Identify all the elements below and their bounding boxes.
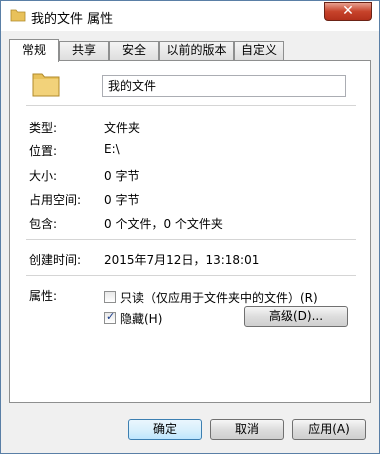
close-button[interactable]: ✕ [324, 2, 372, 21]
location-value: E:\ [104, 142, 120, 156]
disk-size-value: 0 字节 [104, 193, 140, 207]
hidden-label[interactable]: 隐藏(H) [120, 310, 162, 327]
apply-button[interactable]: 应用(A) [292, 419, 366, 440]
ok-button[interactable]: 确定 [128, 419, 202, 440]
folder-icon [32, 73, 60, 97]
separator [26, 105, 356, 106]
general-panel: 我的文件 类型: 文件夹 位置: E:\ 大小: 0 字节 占用空间: 0 字节… [9, 60, 371, 403]
readonly-label[interactable]: 只读（仅应用于文件夹中的文件）(R) [120, 289, 318, 306]
close-icon: ✕ [342, 3, 354, 19]
size-label: 大小: [29, 169, 58, 183]
readonly-checkbox[interactable] [104, 291, 116, 303]
created-value: 2015年7月12日，13:18:01 [104, 253, 260, 267]
contains-label: 包含: [29, 217, 58, 231]
type-label: 类型: [29, 121, 58, 135]
tab-sharing[interactable]: 共享 [59, 41, 109, 60]
title-bar[interactable]: 我的文件 属性 ✕ [1, 1, 379, 31]
window-title: 我的文件 属性 [31, 12, 114, 27]
cancel-button[interactable]: 取消 [210, 419, 284, 440]
location-label: 位置: [29, 144, 58, 158]
tab-security[interactable]: 安全 [109, 41, 159, 60]
size-value: 0 字节 [104, 169, 140, 183]
tab-general[interactable]: 常规 [9, 39, 59, 62]
folder-name-input[interactable]: 我的文件 [102, 75, 346, 97]
tab-previous-versions[interactable]: 以前的版本 [159, 41, 234, 60]
separator [26, 275, 356, 276]
folder-icon [10, 9, 26, 22]
properties-dialog: 我的文件 属性 ✕ 常规 共享 安全 以前的版本 自定义 我的文件 类型: 文件… [0, 0, 380, 454]
attributes-label: 属性: [29, 289, 58, 303]
hidden-checkbox[interactable] [104, 310, 116, 324]
contains-value: 0 个文件，0 个文件夹 [104, 217, 223, 231]
disk-size-label: 占用空间: [29, 193, 82, 207]
created-label: 创建时间: [29, 253, 82, 267]
separator [26, 239, 356, 240]
advanced-button[interactable]: 高级(D)... [244, 306, 348, 327]
tab-customize[interactable]: 自定义 [234, 41, 284, 60]
type-value: 文件夹 [104, 121, 141, 135]
